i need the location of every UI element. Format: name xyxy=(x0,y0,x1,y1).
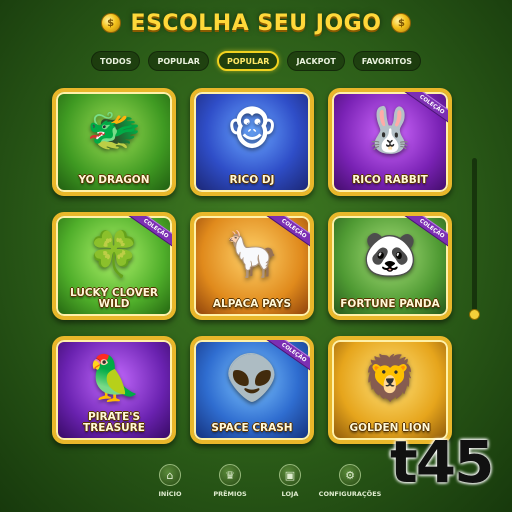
shop-icon: ▣ xyxy=(279,464,301,486)
game-card-fortune-panda[interactable]: 🐼 COLEÇÃO FORTUNE PANDA xyxy=(328,212,452,320)
game-card-space-crash[interactable]: 👽 COLEÇÃO SPACE CRASH xyxy=(190,336,314,444)
tab-popular-active[interactable]: POPULAR xyxy=(216,51,280,71)
game-title: YO DRAGON xyxy=(78,174,150,186)
game-card-pirates-treasure[interactable]: 🦜 PIRATE'S TREASURE xyxy=(52,336,176,444)
scrollbar[interactable] xyxy=(469,158,480,320)
home-icon: ⌂ xyxy=(159,464,181,486)
game-title: RICO DJ xyxy=(229,174,275,186)
alpaca-icon: 🦙 xyxy=(224,229,280,280)
filter-tabs: TODOS POPULAR POPULAR JACKPOT FAVORITOS xyxy=(0,50,512,72)
nav-label: PRÊMIOS xyxy=(213,490,247,498)
tab-jackpot[interactable]: JACKPOT xyxy=(287,51,345,71)
lion-icon: 🦁 xyxy=(362,353,418,404)
tab-todos[interactable]: TODOS xyxy=(91,51,141,71)
monkey-dj-icon: 🐵 xyxy=(226,105,278,156)
page-title: ESCOLHA SEU JOGO xyxy=(130,10,382,36)
rabbit-icon: 🐰 xyxy=(362,105,418,156)
tab-popular[interactable]: POPULAR xyxy=(148,51,209,71)
dragon-icon: 🐲 xyxy=(86,105,142,156)
coin-icon: $ xyxy=(391,13,412,33)
nav-item-configuracoes[interactable]: ⚙ CONFIGURAÇÕES xyxy=(318,464,382,508)
game-title: SPACE CRASH xyxy=(211,422,293,434)
gear-icon: ⚙ xyxy=(339,464,361,486)
bottom-nav: ⌂ INÍCIO ♛ PRÊMIOS ▣ LOJA ⚙ CONFIGURAÇÕE… xyxy=(140,464,382,508)
tab-favoritos[interactable]: FAVORITOS xyxy=(352,51,421,71)
clover-icon: 🍀 xyxy=(86,229,142,280)
game-title: PIRATE'S TREASURE xyxy=(83,411,145,434)
alien-icon: 👽 xyxy=(224,353,280,404)
scrollbar-thumb[interactable] xyxy=(469,309,480,320)
game-grid: 🐲 YO DRAGON 🐵 RICO DJ 🐰 COLEÇÃO RICO RAB… xyxy=(52,88,452,444)
panda-icon: 🐼 xyxy=(362,229,418,280)
nav-item-loja[interactable]: ▣ LOJA xyxy=(260,464,320,508)
nav-label: INÍCIO xyxy=(158,490,182,498)
nav-label: CONFIGURAÇÕES xyxy=(318,490,382,498)
game-card-rico-dj[interactable]: 🐵 RICO DJ xyxy=(190,88,314,196)
game-card-alpaca-pays[interactable]: 🦙 COLEÇÃO ALPACA PAYS xyxy=(190,212,314,320)
coin-icon: $ xyxy=(100,13,121,33)
nav-item-premios[interactable]: ♛ PRÊMIOS xyxy=(200,464,260,508)
nav-label: LOJA xyxy=(281,490,299,498)
game-card-rico-rabbit[interactable]: 🐰 COLEÇÃO RICO RABBIT xyxy=(328,88,452,196)
watermark-text: t45 xyxy=(390,428,494,496)
page-header: $ ESCOLHA SEU JOGO $ xyxy=(0,6,512,40)
game-title: FORTUNE PANDA xyxy=(340,298,440,310)
parrot-icon: 🦜 xyxy=(86,353,142,404)
game-card-yo-dragon[interactable]: 🐲 YO DRAGON xyxy=(52,88,176,196)
game-title: ALPACA PAYS xyxy=(212,298,292,310)
game-title: LUCKY CLOVER WILD xyxy=(70,287,158,310)
trophy-icon: ♛ xyxy=(219,464,241,486)
nav-item-inicio[interactable]: ⌂ INÍCIO xyxy=(140,464,200,508)
game-card-lucky-clover-wild[interactable]: 🍀 COLEÇÃO LUCKY CLOVER WILD xyxy=(52,212,176,320)
game-title: RICO RABBIT xyxy=(352,174,428,186)
